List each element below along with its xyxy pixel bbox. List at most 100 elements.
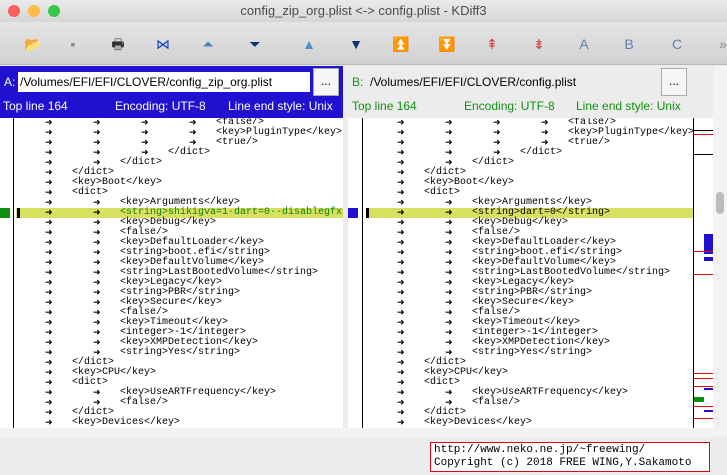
pane-b-encoding: Encoding: UTF-8 bbox=[464, 99, 555, 113]
tab-arrow-icon: ➜ bbox=[493, 138, 501, 148]
tab-arrow-icon: ➜ bbox=[45, 138, 53, 148]
scroll-thumb[interactable] bbox=[716, 192, 724, 214]
tab-arrow-icon: ➜ bbox=[397, 248, 405, 258]
tab-arrow-icon: ➜ bbox=[93, 128, 101, 138]
tab-arrow-icon: ➜ bbox=[93, 298, 101, 308]
tab-arrow-icon: ➜ bbox=[93, 138, 101, 148]
pane-a-path-input[interactable]: /Volumes/EFI/EFI/CLOVER/config_zip_org.p… bbox=[18, 72, 310, 92]
pane-b-top-line: Top line 164 bbox=[352, 99, 417, 113]
goto-first-delta-icon[interactable]: ⏶ bbox=[197, 34, 219, 54]
tab-arrow-icon: ➜ bbox=[397, 368, 405, 378]
tab-arrow-icon: ➜ bbox=[397, 288, 405, 298]
tab-arrow-icon: ➜ bbox=[397, 138, 405, 148]
tab-arrow-icon: ➜ bbox=[93, 208, 101, 218]
tab-arrow-icon: ➜ bbox=[397, 218, 405, 228]
pane-a-encoding: Encoding: UTF-8 bbox=[115, 99, 206, 113]
tab-arrow-icon: ➜ bbox=[45, 128, 53, 138]
print-icon[interactable]: 🖶 bbox=[107, 34, 129, 54]
tab-arrow-icon: ➜ bbox=[93, 198, 101, 208]
text-line: ➜ ➜ <string>Yes</string> bbox=[0, 348, 343, 359]
goto-prev-unsolved-conflict-icon[interactable]: ⇞ bbox=[481, 34, 503, 54]
goto-prev-delta-icon[interactable]: ▲ bbox=[298, 34, 320, 54]
tab-arrow-icon: ➜ bbox=[397, 268, 405, 278]
pane-b-browse-button[interactable]: ... bbox=[661, 68, 687, 96]
goto-next-unsolved-conflict-icon[interactable]: ⇟ bbox=[528, 34, 550, 54]
text-line: ➜ ➜ <key>Secure</key> bbox=[348, 298, 693, 309]
select-c-icon[interactable]: C bbox=[666, 34, 688, 54]
tab-arrow-icon: ➜ bbox=[93, 268, 101, 278]
tab-arrow-icon: ➜ bbox=[45, 298, 53, 308]
line-text: <true/> bbox=[568, 137, 611, 148]
pane-b-path-input[interactable]: /Volumes/EFI/EFI/CLOVER/config.plist bbox=[368, 72, 658, 92]
tab-arrow-icon: ➜ bbox=[93, 228, 101, 238]
line-text: <dict> bbox=[424, 377, 461, 388]
line-text: <key>Devices</key> bbox=[72, 417, 181, 428]
goto-prev-conflict-icon[interactable]: ⏫ bbox=[390, 34, 412, 54]
text-line: ➜ ➜ <key>Debug</key> bbox=[0, 218, 343, 229]
minimize-button[interactable] bbox=[28, 5, 40, 17]
tab-arrow-icon: ➜ bbox=[397, 358, 405, 368]
tab-arrow-icon: ➜ bbox=[397, 118, 405, 128]
goto-current-delta-icon[interactable]: ⋈ bbox=[152, 34, 174, 54]
pane-b-text[interactable]: ➜ ➜ ➜ ➜ <false/> ➜ ➜ ➜ ➜ <key>PluginType</key> ➜ ➜ ➜… bbox=[348, 118, 693, 428]
pane-a-browse-button[interactable]: ... bbox=[313, 68, 339, 96]
tab-arrow-icon: ➜ bbox=[189, 118, 197, 128]
tab-arrow-icon: ➜ bbox=[397, 398, 405, 408]
tab-arrow-icon: ➜ bbox=[445, 228, 453, 238]
text-line: ➜ ➜ <key>Debug</key> bbox=[348, 218, 693, 229]
text-line: ➜ ➜ </dict> bbox=[0, 158, 343, 169]
more-icon[interactable]: » bbox=[712, 34, 727, 54]
text-line: ➜ </dict> bbox=[0, 358, 343, 369]
tab-arrow-icon: ➜ bbox=[397, 178, 405, 188]
tab-arrow-icon: ➜ bbox=[397, 258, 405, 268]
pane-a-text[interactable]: ➜ ➜ ➜ ➜ <false/> ➜ ➜ ➜ ➜ <key>PluginType</key> ➜ ➜ ➜… bbox=[0, 118, 343, 428]
goto-next-delta-icon[interactable]: ▼ bbox=[345, 34, 367, 54]
tab-arrow-icon: ➜ bbox=[93, 288, 101, 298]
tab-arrow-icon: ➜ bbox=[45, 208, 53, 218]
diff-overview[interactable] bbox=[693, 118, 714, 428]
tab-arrow-icon: ➜ bbox=[397, 148, 405, 158]
text-line: ➜ <key>CPU</key> bbox=[0, 368, 343, 379]
tab-arrow-icon: ➜ bbox=[45, 378, 53, 388]
tab-arrow-icon: ➜ bbox=[45, 228, 53, 238]
select-b-icon[interactable]: B bbox=[618, 34, 640, 54]
tab-arrow-icon: ➜ bbox=[397, 408, 405, 418]
zoom-button[interactable] bbox=[48, 5, 60, 17]
tab-arrow-icon: ➜ bbox=[93, 318, 101, 328]
tab-arrow-icon: ➜ bbox=[445, 218, 453, 228]
goto-next-conflict-icon[interactable]: ⏬ bbox=[436, 34, 458, 54]
tab-arrow-icon: ➜ bbox=[45, 288, 53, 298]
text-line: ➜ ➜ ➜ </dict> bbox=[348, 148, 693, 159]
tab-arrow-icon: ➜ bbox=[45, 258, 53, 268]
text-line: ➜ </dict> bbox=[0, 168, 343, 179]
tab-arrow-icon: ➜ bbox=[45, 418, 53, 428]
toolbar: 📂 ▪ 🖶 ⋈ ⏶ ⏷ ▲ ▼ ⏫ ⏬ ⇞ ⇟ A B C » bbox=[0, 22, 727, 65]
tab-arrow-icon: ➜ bbox=[445, 288, 453, 298]
tab-arrow-icon: ➜ bbox=[45, 358, 53, 368]
tab-arrow-icon: ➜ bbox=[45, 268, 53, 278]
tab-arrow-icon: ➜ bbox=[397, 158, 405, 168]
tab-arrow-icon: ➜ bbox=[45, 408, 53, 418]
text-line: ➜ </dict> bbox=[348, 168, 693, 179]
horizontal-scrollbar[interactable] bbox=[0, 428, 713, 438]
tab-arrow-icon: ➜ bbox=[93, 258, 101, 268]
text-line: ➜ ➜ <string>Yes</string> bbox=[348, 348, 693, 359]
text-line: ➜ <key>Boot</key> bbox=[0, 178, 343, 189]
tab-arrow-icon: ➜ bbox=[445, 298, 453, 308]
open-icon[interactable]: 📂 bbox=[22, 34, 44, 54]
tab-arrow-icon: ➜ bbox=[445, 318, 453, 328]
close-button[interactable] bbox=[8, 5, 20, 17]
tab-arrow-icon: ➜ bbox=[45, 248, 53, 258]
goto-last-delta-icon[interactable]: ⏷ bbox=[244, 34, 266, 54]
tab-arrow-icon: ➜ bbox=[93, 148, 101, 158]
line-text: <dict> bbox=[72, 377, 109, 388]
vertical-scrollbar[interactable] bbox=[713, 66, 727, 436]
text-line: ➜ </dict> bbox=[348, 358, 693, 369]
save-icon[interactable]: ▪ bbox=[62, 34, 84, 54]
text-line: ➜ ➜ ➜ ➜ <key>PluginType</key> bbox=[348, 128, 693, 139]
tab-arrow-icon: ➜ bbox=[45, 118, 53, 128]
tab-arrow-icon: ➜ bbox=[93, 308, 101, 318]
text-line: ➜ ➜ <false/> bbox=[348, 398, 693, 409]
select-a-icon[interactable]: A bbox=[573, 34, 595, 54]
tab-arrow-icon: ➜ bbox=[397, 418, 405, 428]
